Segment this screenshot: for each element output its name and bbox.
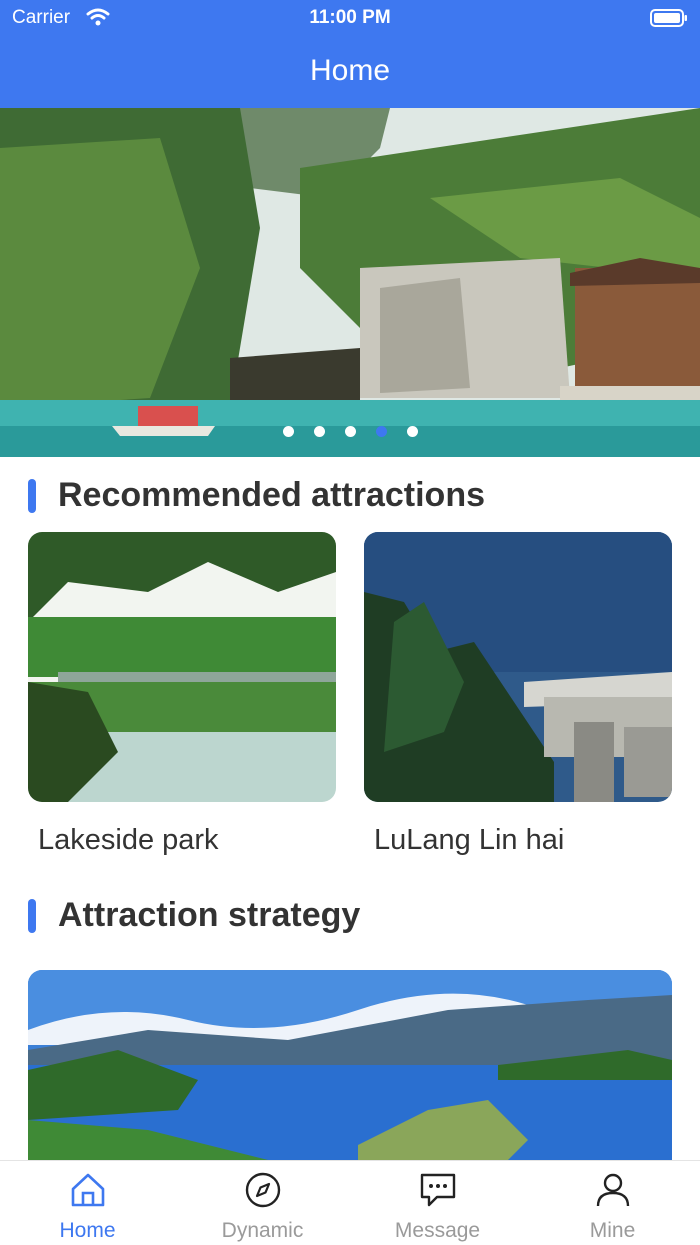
status-bar: Carrier 11:00 PM — [0, 0, 700, 36]
tab-dynamic[interactable]: Dynamic — [175, 1161, 350, 1245]
tab-bar: Home Dynamic Message Mine — [0, 1160, 700, 1245]
tab-message-label: Message — [394, 1219, 481, 1242]
tab-mine[interactable]: Mine — [525, 1161, 700, 1245]
strategy-card[interactable] — [28, 970, 672, 1160]
compass-icon — [244, 1171, 282, 1209]
section-accent-bar — [28, 479, 36, 513]
message-icon — [419, 1171, 457, 1209]
page-title: Home — [309, 54, 391, 87]
recommended-heading: Recommended attractions — [58, 476, 485, 514]
navigation-bar: Home — [0, 36, 700, 108]
attraction-name: Lakeside park — [38, 824, 219, 856]
attraction-image-lakeside-park — [28, 532, 336, 802]
user-icon — [594, 1171, 632, 1209]
carousel-dot[interactable] — [344, 426, 356, 437]
attraction-name: LuLang Lin hai — [374, 824, 565, 856]
tab-home[interactable]: Home — [0, 1161, 175, 1245]
attraction-image-lulang-lin-hai — [364, 532, 672, 802]
tab-mine-label: Mine — [589, 1219, 636, 1242]
strategy-image — [28, 970, 672, 1160]
banner-carousel[interactable] — [0, 108, 700, 457]
attraction-card-lakeside-park[interactable]: Lakeside park — [28, 532, 336, 857]
attraction-card-lulang-lin-hai[interactable]: LuLang Lin hai — [364, 532, 672, 857]
battery-icon — [650, 8, 688, 33]
tab-home-label: Home — [59, 1219, 116, 1242]
carousel-dot[interactable] — [282, 426, 294, 437]
carousel-dot[interactable] — [313, 426, 325, 437]
banner-image — [0, 108, 700, 457]
carousel-dot[interactable] — [375, 426, 387, 437]
strategy-heading: Attraction strategy — [58, 896, 361, 934]
tab-dynamic-label: Dynamic — [221, 1219, 304, 1242]
home-icon — [69, 1171, 107, 1209]
section-accent-bar — [28, 899, 36, 933]
status-time: 11:00 PM — [309, 7, 391, 28]
carousel-dot[interactable] — [406, 426, 418, 437]
carousel-indicators — [0, 426, 700, 437]
tab-message[interactable]: Message — [350, 1161, 525, 1245]
